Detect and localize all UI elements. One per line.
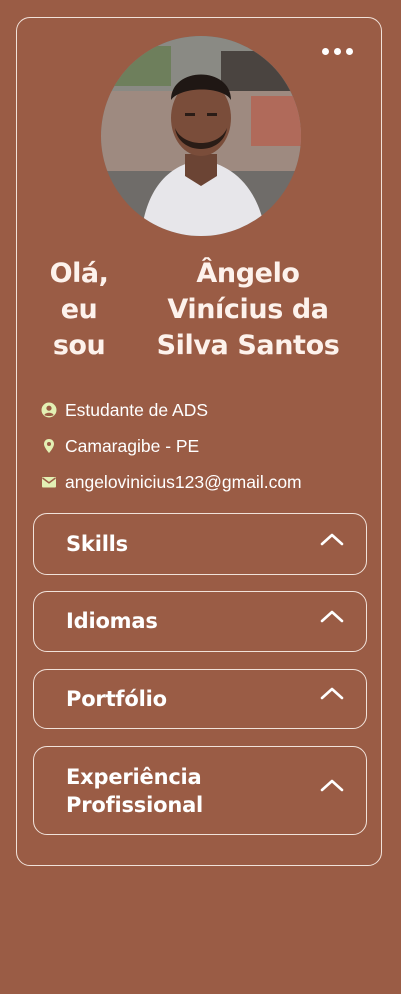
chevron-up-icon <box>320 533 344 546</box>
chevron-up-icon <box>320 687 344 700</box>
role-row: Estudante de ADS <box>41 392 371 428</box>
profile-photo <box>101 36 301 236</box>
user-circle-icon <box>41 402 57 418</box>
section-experiencia-profissional[interactable]: Experiência Profissional <box>33 746 367 835</box>
name-line: Silva Santos <box>156 330 340 361</box>
section-skills[interactable]: Skills <box>33 513 367 575</box>
role-text: Estudante de ADS <box>65 399 209 420</box>
section-idiomas[interactable]: Idiomas <box>33 591 367 652</box>
location-row: Camaragibe - PE <box>41 428 371 464</box>
full-name: Ângelo Vinícius da Silva Santos <box>147 256 349 364</box>
name-line: Vinícius da <box>167 294 329 325</box>
greeting-line: sou <box>52 330 106 361</box>
section-title: Idiomas <box>66 609 158 633</box>
menu-dot <box>334 48 341 55</box>
menu-dot <box>346 48 353 55</box>
profile-card: Olá, eu sou Ângelo Vinícius da Silva San… <box>16 17 382 866</box>
map-pin-icon <box>41 438 57 454</box>
location-text: Camaragibe - PE <box>65 435 200 456</box>
email-text[interactable]: angelovinicius123@gmail.com <box>65 472 302 493</box>
chevron-up-icon <box>320 779 344 792</box>
section-title: Experiência Profissional <box>66 763 203 819</box>
chevron-up-icon <box>320 610 344 623</box>
greeting-text: Olá, eu sou <box>41 256 117 364</box>
section-title-line: Experiência <box>66 765 202 789</box>
email-row: angelovinicius123@gmail.com <box>41 464 371 500</box>
section-title: Portfólio <box>66 687 167 711</box>
greeting-line: eu <box>60 294 98 325</box>
section-title-line: Profissional <box>66 793 204 817</box>
avatar <box>101 36 301 236</box>
greeting-line: Olá, <box>49 258 109 289</box>
more-options-icon[interactable] <box>322 48 353 55</box>
menu-dot <box>322 48 329 55</box>
section-portfolio[interactable]: Portfólio <box>33 669 367 729</box>
mail-icon <box>41 474 57 490</box>
contact-info: Estudante de ADS Camaragibe - PE angelov… <box>41 392 371 500</box>
section-title: Skills <box>66 532 128 556</box>
name-line: Ângelo <box>196 258 300 289</box>
